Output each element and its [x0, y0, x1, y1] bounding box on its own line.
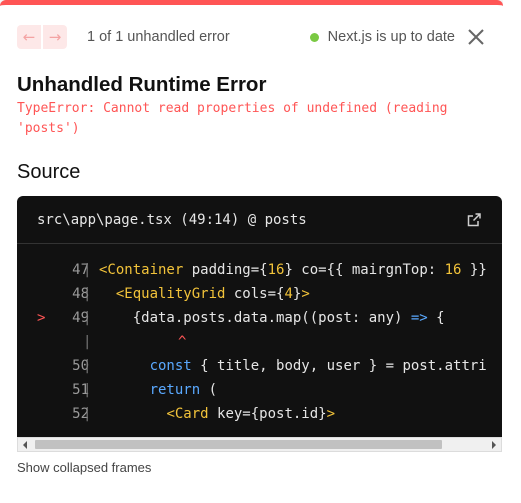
gutter-divider: |: [83, 286, 92, 302]
page-scrollbar-track[interactable]: [503, 0, 521, 503]
close-icon[interactable]: [466, 27, 486, 47]
source-heading: Source: [17, 161, 81, 183]
code-text: {data.posts.data.map((post: any) => {: [99, 310, 445, 326]
arrow-right-icon: →: [48, 27, 62, 46]
code-line: 48 | <EqualityGrid cols={4}>: [17, 282, 502, 306]
error-pagination: ← →: [17, 25, 67, 49]
version-status: Next.js is up to date: [309, 29, 455, 45]
gutter-divider: |: [83, 406, 92, 422]
scrollbar-thumb[interactable]: [35, 440, 442, 449]
code-text: <Container padding={16} co={{ mairgnTop:…: [99, 262, 487, 278]
gutter-divider: |: [83, 358, 92, 374]
show-collapsed-frames-button[interactable]: Show collapsed frames: [17, 460, 151, 475]
previous-error-button[interactable]: ←: [17, 25, 41, 49]
code-text: return (: [149, 382, 218, 398]
code-text: <EqualityGrid cols={4}>: [115, 286, 310, 302]
code-line-error: > 49 | {data.posts.data.map((post: any) …: [17, 306, 502, 330]
error-overlay-dialog: ← → 1 of 1 unhandled error Next.js is up…: [0, 0, 503, 503]
code-line: 52 | <Card key={post.id}>: [17, 402, 502, 426]
gutter-divider: |: [83, 262, 92, 278]
status-dot-icon: [309, 32, 319, 42]
error-message: TypeError: Cannot read properties of und…: [17, 101, 448, 136]
error-counter: 1 of 1 unhandled error: [87, 29, 230, 45]
code-line: 51 | return (: [17, 378, 502, 402]
code-text: const { title, body, user } = post.attri: [149, 358, 487, 374]
gutter-divider: |: [83, 334, 92, 350]
scroll-left-icon[interactable]: [23, 441, 27, 449]
code-text: <Card key={post.id}>: [166, 406, 336, 422]
code-frame: src\app\page.tsx (49:14) @ posts 47 | <C…: [17, 196, 502, 452]
code-frame-header: src\app\page.tsx (49:14) @ posts: [17, 196, 502, 244]
code-line: 47 | <Container padding={16} co={{ mairg…: [17, 258, 502, 282]
code-line: 50 | const { title, body, user } = post.…: [17, 354, 502, 378]
code-lines: 47 | <Container padding={16} co={{ mairg…: [17, 258, 502, 426]
next-error-button[interactable]: →: [43, 25, 67, 49]
gutter-divider: |: [83, 310, 92, 326]
file-reference-link[interactable]: src\app\page.tsx (49:14) @ posts: [37, 212, 307, 228]
gutter-divider: |: [83, 382, 92, 398]
external-link-icon[interactable]: [466, 212, 482, 228]
error-caret: ^: [178, 334, 187, 350]
version-status-text: Next.js is up to date: [327, 29, 455, 45]
code-line-caret: | ^: [17, 330, 502, 354]
horizontal-scrollbar[interactable]: [17, 437, 502, 452]
error-line-marker: >: [37, 310, 46, 326]
error-title: Unhandled Runtime Error: [17, 73, 267, 96]
scroll-right-icon[interactable]: [492, 441, 496, 449]
arrow-left-icon: ←: [22, 27, 36, 46]
overlay-toolbar: ← → 1 of 1 unhandled error Next.js is up…: [17, 25, 486, 53]
